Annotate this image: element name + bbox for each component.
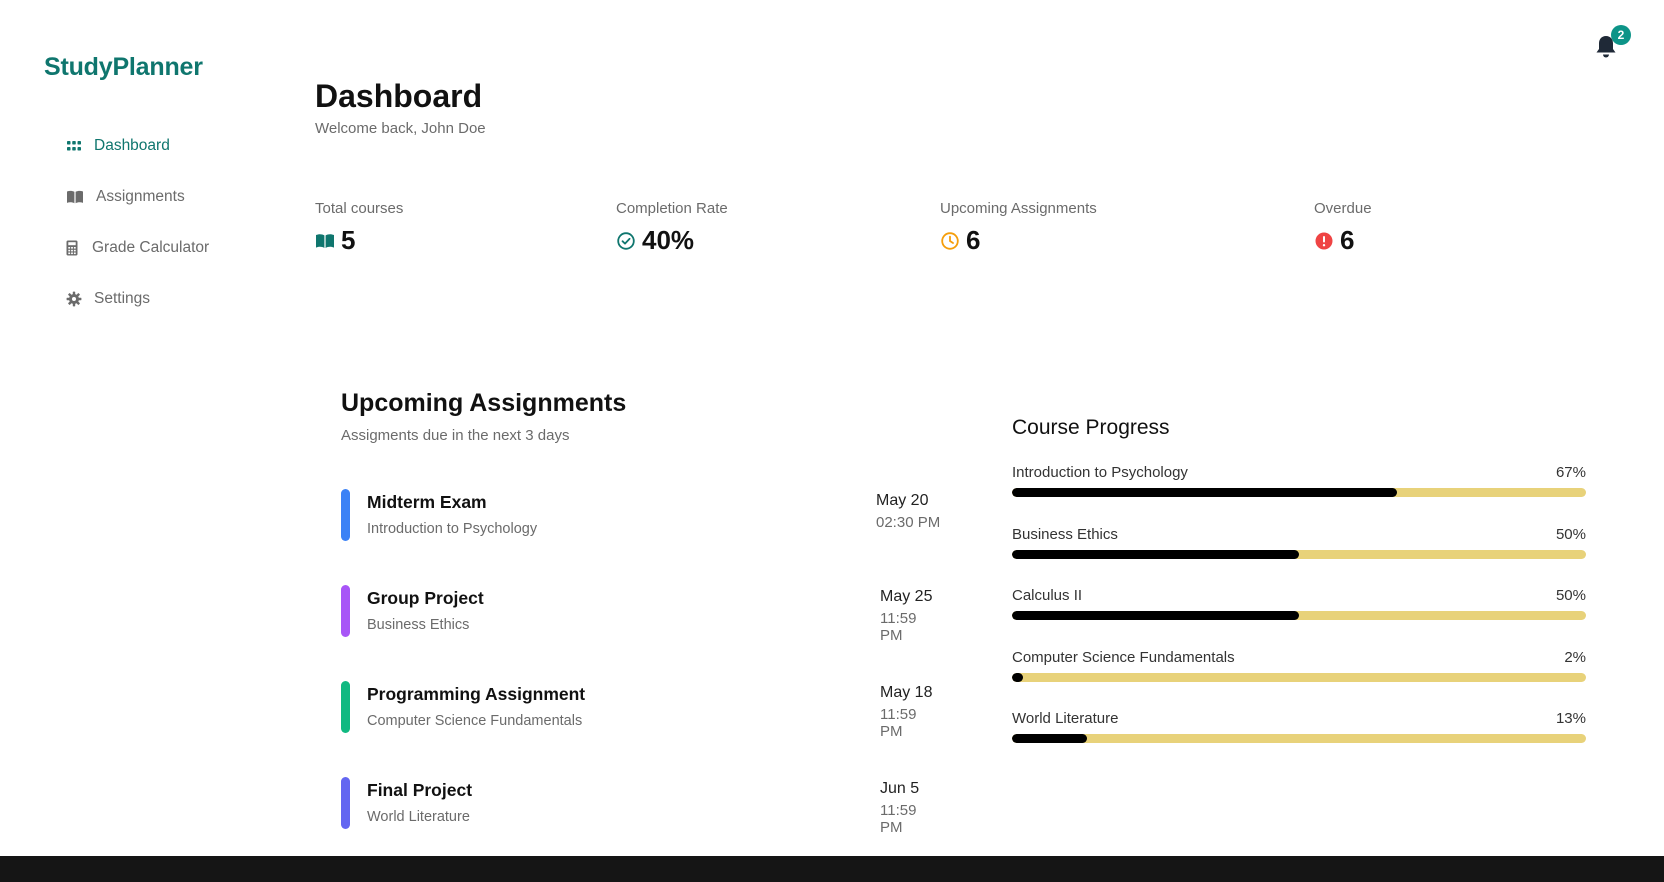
assignment-time: 11:59 PM xyxy=(880,802,917,836)
course-progress-item: Introduction to Psychology 67% xyxy=(1012,464,1586,497)
assignment-item[interactable]: Group Project Business Ethics May 25 11:… xyxy=(341,585,941,644)
course-name: Calculus II xyxy=(1012,587,1083,604)
stat-label: Upcoming Assignments xyxy=(940,200,1097,217)
course-percent: 67% xyxy=(1555,464,1586,481)
stat-total-courses: Total courses 5 xyxy=(315,200,403,256)
course-progress-fill xyxy=(1012,611,1299,620)
stat-value: 5 xyxy=(341,225,356,255)
assignment-time: 11:59 PM xyxy=(880,706,917,740)
book-open-icon xyxy=(315,231,335,251)
grid-icon xyxy=(66,138,82,154)
course-percent: 2% xyxy=(1564,649,1586,666)
stat-value: 40% xyxy=(642,225,695,255)
calculator-icon xyxy=(66,240,80,256)
upcoming-assignments-subtitle: Assigments due in the next 3 days xyxy=(341,427,570,444)
sidebar-item-label: Dashboard xyxy=(94,136,170,154)
bottom-bar xyxy=(0,856,1664,882)
course-progress-track xyxy=(1012,611,1586,620)
course-progress-track xyxy=(1012,488,1586,497)
course-percent: 50% xyxy=(1555,587,1586,604)
course-progress-fill xyxy=(1012,488,1397,497)
course-progress-title: Course Progress xyxy=(1012,416,1170,439)
course-percent: 50% xyxy=(1555,526,1586,543)
stat-value: 6 xyxy=(1340,225,1355,255)
assignment-color-bar xyxy=(341,489,350,541)
assignment-color-bar xyxy=(341,585,350,637)
sidebar-item-label: Settings xyxy=(94,289,151,307)
assignment-title: Midterm Exam xyxy=(367,492,487,512)
assignment-course: Business Ethics xyxy=(367,617,470,633)
assignment-title: Programming Assignment xyxy=(367,684,586,704)
sidebar-item-dashboard[interactable]: Dashboard xyxy=(66,120,209,171)
course-name: World Literature xyxy=(1012,710,1119,727)
stat-label: Overdue xyxy=(1314,200,1372,217)
assignment-time: 11:59 PM xyxy=(880,610,917,644)
assignment-item[interactable]: Programming Assignment Computer Science … xyxy=(341,681,941,740)
check-circle-icon xyxy=(616,231,636,251)
upcoming-assignments-title: Upcoming Assignments xyxy=(341,389,627,417)
course-progress-item: World Literature 13% xyxy=(1012,710,1586,743)
course-progress-item: Business Ethics 50% xyxy=(1012,526,1586,559)
assignment-time: 02:30 PM xyxy=(876,514,941,531)
assignment-title: Final Project xyxy=(367,780,473,800)
stat-overdue: Overdue 6 xyxy=(1314,200,1372,256)
gear-icon xyxy=(66,291,82,307)
assignment-date: Jun 5 xyxy=(880,780,920,797)
course-name: Business Ethics xyxy=(1012,526,1118,543)
assignment-course: World Literature xyxy=(367,809,470,825)
clock-icon xyxy=(940,231,960,251)
page-subtitle: Welcome back, John Doe xyxy=(315,120,486,137)
assignment-color-bar xyxy=(341,777,350,829)
stat-completion-rate: Completion Rate 40% xyxy=(616,200,728,256)
assignment-date: May 25 xyxy=(880,588,933,605)
course-progress-fill xyxy=(1012,734,1087,743)
stat-label: Total courses xyxy=(315,200,404,217)
sidebar-item-label: Assignments xyxy=(96,187,185,205)
course-progress-fill xyxy=(1012,673,1024,682)
stat-upcoming-assignments: Upcoming Assignments 6 xyxy=(940,200,1097,256)
assignment-title: Group Project xyxy=(367,588,484,608)
course-progress-track xyxy=(1012,734,1586,743)
course-progress-fill xyxy=(1012,550,1299,559)
assignment-color-bar xyxy=(341,681,350,733)
assignment-course: Computer Science Fundamentals xyxy=(367,713,583,729)
course-name: Computer Science Fundamentals xyxy=(1012,649,1235,666)
course-progress-track xyxy=(1012,673,1586,682)
stat-label: Completion Rate xyxy=(616,200,728,217)
assignment-date: May 18 xyxy=(880,684,933,701)
book-icon xyxy=(66,189,84,205)
course-progress-track xyxy=(1012,550,1586,559)
course-progress-item: Computer Science Fundamentals 2% xyxy=(1012,649,1586,682)
sidebar-nav: Dashboard Assignments Grade Calculator S… xyxy=(66,120,209,324)
sidebar-item-label: Grade Calculator xyxy=(92,238,210,256)
page-title: Dashboard xyxy=(315,78,483,114)
course-name: Introduction to Psychology xyxy=(1012,464,1188,481)
stat-value: 6 xyxy=(966,225,981,255)
sidebar-item-assignments[interactable]: Assignments xyxy=(66,171,209,222)
alert-circle-icon xyxy=(1314,231,1334,251)
assignment-course: Introduction to Psychology xyxy=(367,521,538,537)
assignment-date: May 20 xyxy=(876,492,929,509)
sidebar-item-settings[interactable]: Settings xyxy=(66,273,209,324)
sidebar-item-grade-calculator[interactable]: Grade Calculator xyxy=(66,222,209,273)
course-progress-item: Calculus II 50% xyxy=(1012,587,1586,620)
course-percent: 13% xyxy=(1555,710,1586,727)
assignment-item[interactable]: Midterm Exam Introduction to Psychology … xyxy=(341,489,941,543)
notification-count-badge: 2 xyxy=(1611,25,1631,45)
app-logo[interactable]: StudyPlanner xyxy=(44,53,203,82)
assignment-item[interactable]: Final Project World Literature Jun 5 11:… xyxy=(341,777,941,836)
